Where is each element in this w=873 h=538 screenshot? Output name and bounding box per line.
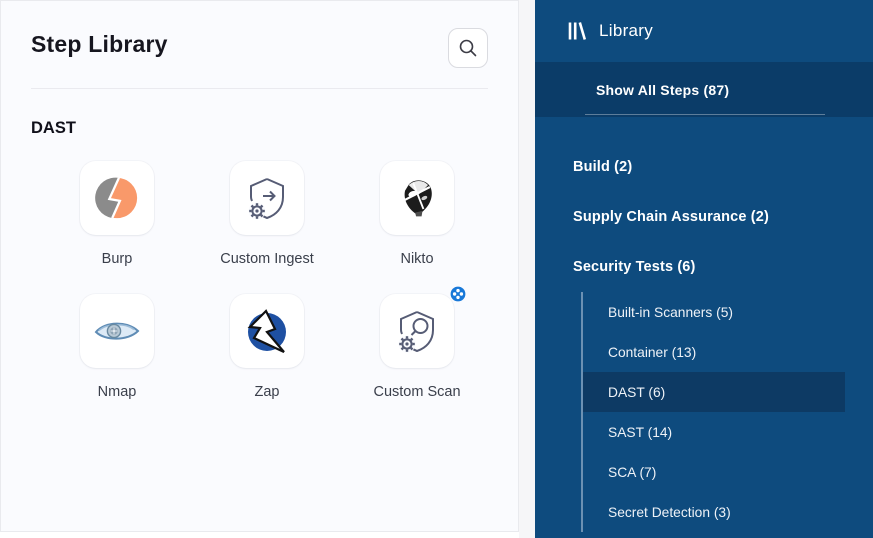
tile-icon-box [230, 294, 304, 368]
category-list: Build (2) Supply Chain Assurance (2) Sec… [535, 117, 873, 532]
show-all-steps-label: Show All Steps (87) [596, 82, 729, 98]
subcategory-secret-detection[interactable]: Secret Detection (3) [583, 492, 845, 532]
burp-logo-icon [94, 175, 140, 221]
section-heading-dast: DAST [31, 119, 76, 138]
subcategory-label: Secret Detection (3) [608, 505, 731, 520]
subcategory-sca[interactable]: SCA (7) [583, 452, 845, 492]
tile-label: Burp [102, 250, 133, 268]
sidebar-header: Library [535, 0, 873, 62]
category-security-tests[interactable]: Security Tests (6) [535, 242, 873, 292]
category-label: Supply Chain Assurance (2) [573, 209, 769, 225]
library-icon [566, 20, 588, 42]
search-button[interactable] [448, 28, 488, 68]
tile-label: Nikto [400, 250, 433, 268]
custom-scan-icon [393, 307, 441, 355]
tile-icon-box [380, 294, 454, 368]
security-tests-sublist: Built-in Scanners (5) Container (13) DAS… [581, 292, 845, 532]
subcategory-container[interactable]: Container (13) [583, 332, 845, 372]
custom-ingest-icon [243, 174, 291, 222]
subcategory-label: SAST (14) [608, 425, 672, 440]
step-tile-nikto[interactable]: Nikto [342, 161, 492, 268]
step-tile-custom-ingest[interactable]: Custom Ingest [192, 161, 342, 268]
tile-label: Nmap [98, 383, 137, 401]
step-tile-zap[interactable]: Zap [192, 294, 342, 401]
step-tile-burp[interactable]: Burp [42, 161, 192, 268]
nikto-logo-icon [395, 176, 439, 220]
step-tile-custom-scan[interactable]: Custom Scan [342, 294, 492, 401]
subcategory-built-in-scanners[interactable]: Built-in Scanners (5) [583, 292, 845, 332]
step-library-screen: Step Library DAST [0, 0, 873, 538]
panel-header: Step Library [1, 1, 518, 67]
tile-label: Custom Scan [373, 383, 460, 401]
step-library-panel: Step Library DAST [0, 0, 519, 532]
show-all-steps-item[interactable]: Show All Steps (87) [535, 62, 873, 117]
subcategory-dast[interactable]: DAST (6) [583, 372, 845, 412]
tile-icon-box [230, 161, 304, 235]
tile-icon-box [380, 161, 454, 235]
tile-icon-box [80, 294, 154, 368]
category-label: Security Tests (6) [573, 259, 696, 275]
panel-gap [519, 0, 535, 538]
subcategory-sast[interactable]: SAST (14) [583, 412, 845, 452]
subcategory-label: SCA (7) [608, 465, 656, 480]
module-badge-icon [450, 286, 466, 302]
subcategory-label: DAST (6) [608, 385, 665, 400]
library-sidebar: Library Show All Steps (87) Build (2) Su… [535, 0, 873, 538]
show-all-divider [585, 114, 825, 115]
category-build[interactable]: Build (2) [535, 142, 873, 192]
tile-label: Custom Ingest [220, 250, 314, 268]
tile-label: Zap [255, 383, 280, 401]
search-icon [457, 37, 479, 59]
page-title: Step Library [31, 31, 168, 58]
category-supply-chain-assurance[interactable]: Supply Chain Assurance (2) [535, 192, 873, 242]
subcategory-label: Container (13) [608, 345, 696, 360]
subcategory-label: Built-in Scanners (5) [608, 305, 733, 320]
category-label: Build (2) [573, 159, 632, 175]
nmap-logo-icon [93, 316, 141, 346]
sidebar-title: Library [599, 21, 653, 41]
tile-icon-box [80, 161, 154, 235]
step-tile-nmap[interactable]: Nmap [42, 294, 192, 401]
step-tile-grid: Burp [42, 161, 492, 401]
zap-logo-icon [243, 307, 291, 355]
header-divider [31, 88, 488, 89]
